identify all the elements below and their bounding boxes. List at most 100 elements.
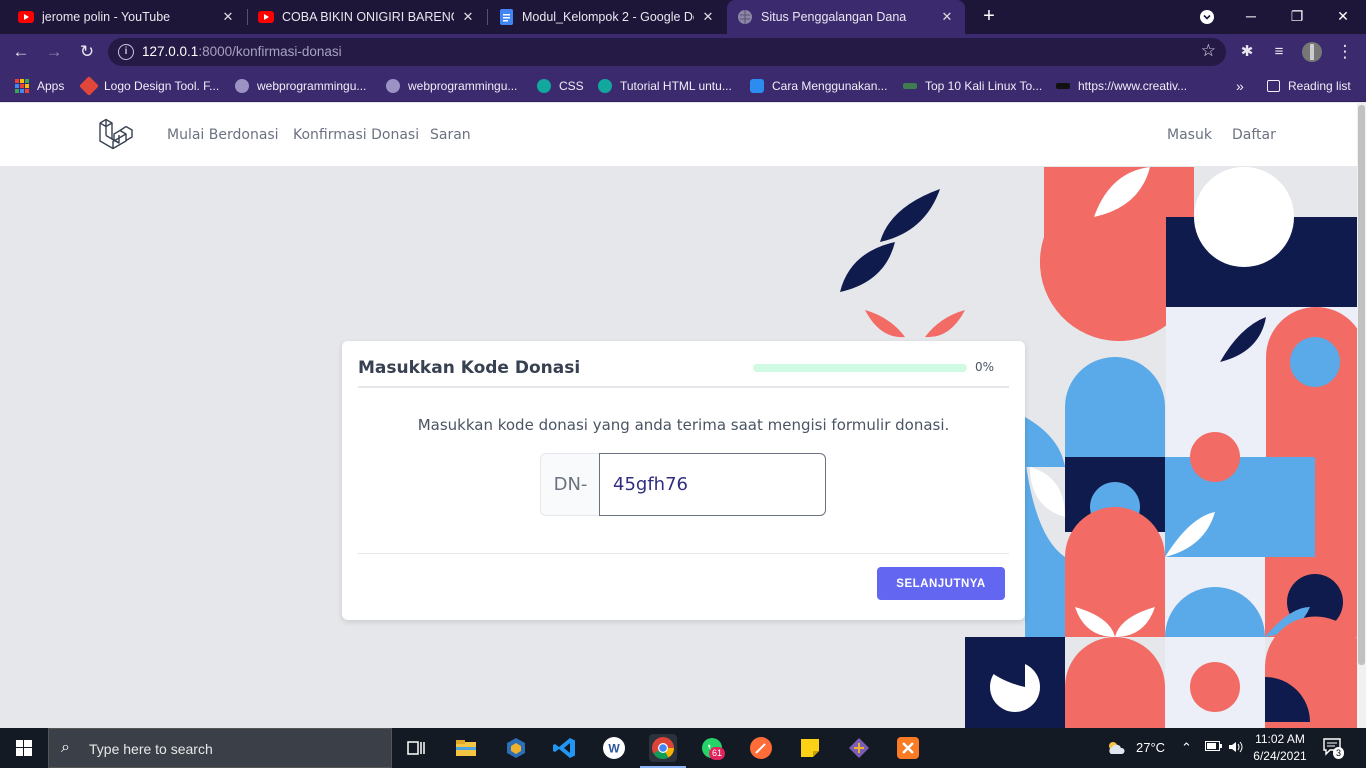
- bookmark-tutorial-html[interactable]: Tutorial HTML untu...: [598, 77, 732, 95]
- divider: [358, 553, 1009, 554]
- search-icon: ⌕: [61, 739, 70, 756]
- google-docs-icon: [498, 9, 514, 25]
- minimize-icon[interactable]: ─: [1228, 0, 1274, 34]
- next-button[interactable]: SELANJUTNYA: [877, 567, 1005, 600]
- tab-youtube-jerome[interactable]: jerome polin - YouTube ✕: [8, 0, 246, 34]
- taskbar-search[interactable]: ⌕ Type here to search: [48, 728, 392, 768]
- extensions-icon[interactable]: ✱: [1235, 40, 1259, 64]
- site-favicon-icon: [903, 83, 917, 89]
- bookmark-label: Logo Design Tool. F...: [104, 79, 220, 93]
- site-favicon-icon: [1056, 83, 1070, 89]
- menu-kebab-icon[interactable]: ⋮: [1333, 40, 1357, 64]
- code-prefix: DN-: [540, 453, 600, 516]
- file-explorer-icon[interactable]: [452, 734, 480, 762]
- globe-icon: [737, 9, 753, 25]
- bookmark-webprogramming-2[interactable]: webprogrammingu...: [386, 77, 517, 95]
- whatsapp-icon[interactable]: 61: [698, 734, 726, 762]
- bookmark-label: Tutorial HTML untu...: [620, 79, 732, 93]
- laravel-logo[interactable]: [97, 116, 135, 154]
- weather-icon[interactable]: [1105, 740, 1127, 759]
- git-gui-icon[interactable]: [845, 734, 873, 762]
- reading-list[interactable]: Reading list: [1267, 77, 1351, 95]
- divider: [358, 386, 1009, 388]
- tab-title: jerome polin - YouTube: [42, 10, 171, 24]
- clock-date: 6/24/2021: [1253, 749, 1307, 763]
- nav-saran[interactable]: Saran: [430, 127, 471, 143]
- reading-list-label: Reading list: [1288, 79, 1351, 93]
- card-title: Masukkan Kode Donasi: [358, 358, 581, 378]
- bookmark-cara-menggunakan[interactable]: Cara Menggunakan...: [750, 77, 887, 95]
- bookmark-label: https://www.creativ...: [1078, 79, 1188, 93]
- temperature-text[interactable]: 27°C: [1136, 740, 1165, 755]
- tab-search-icon[interactable]: [1184, 0, 1230, 34]
- address-bar[interactable]: i 127.0.0.1:8000/konfirmasi-donasi ☆: [108, 38, 1226, 66]
- youtube-icon: [258, 9, 274, 25]
- nav-daftar[interactable]: Daftar: [1232, 127, 1276, 143]
- volume-icon[interactable]: [1228, 740, 1244, 757]
- vscode-icon[interactable]: [551, 734, 579, 762]
- postman-icon[interactable]: [747, 734, 775, 762]
- donation-code-card: Masukkan Kode Donasi 0% Masukkan kode do…: [342, 341, 1025, 620]
- site-favicon-icon: [750, 79, 764, 93]
- back-icon[interactable]: ←: [9, 40, 33, 64]
- bookmark-apps[interactable]: Apps: [15, 77, 64, 95]
- close-tab-icon[interactable]: ✕: [939, 9, 955, 25]
- info-circle-icon: [386, 79, 400, 93]
- page-scrollbar[interactable]: [1357, 103, 1366, 728]
- bookmark-kali-linux[interactable]: Top 10 Kali Linux To...: [903, 77, 1042, 95]
- close-tab-icon[interactable]: ✕: [460, 9, 476, 25]
- word-icon[interactable]: W: [600, 734, 628, 762]
- site-favicon-icon: [537, 79, 551, 93]
- bookmark-label: webprogrammingu...: [408, 79, 518, 93]
- task-view-icon[interactable]: [402, 734, 430, 762]
- site-favicon-icon: [598, 79, 612, 93]
- profile-avatar-icon[interactable]: [1300, 40, 1324, 64]
- chrome-icon[interactable]: [649, 734, 677, 762]
- info-circle-icon: [235, 79, 249, 93]
- tab-youtube-onigiri[interactable]: COBA BIKIN ONIGIRI BARENG JEI ✕: [248, 0, 486, 34]
- xampp-icon[interactable]: [894, 734, 922, 762]
- close-tab-icon[interactable]: ✕: [220, 9, 236, 25]
- tab-situs-penggalangan-dana[interactable]: Situs Penggalangan Dana ✕: [727, 0, 965, 34]
- bookmark-logo-design-tool[interactable]: Logo Design Tool. F...: [79, 76, 220, 96]
- restore-icon[interactable]: ❐: [1274, 0, 1320, 34]
- tray-chevron-up-icon[interactable]: ⌃: [1181, 740, 1192, 756]
- browser-tab-strip: jerome polin - YouTube ✕ COBA BIKIN ONIG…: [0, 0, 1366, 34]
- progress-percentage: 0%: [975, 360, 995, 374]
- search-placeholder: Type here to search: [89, 741, 213, 757]
- tab-google-docs[interactable]: Modul_Kelompok 2 - Google Doc ✕: [488, 0, 726, 34]
- bookmarks-bar: Apps Logo Design Tool. F... webprogrammi…: [0, 70, 1366, 102]
- nav-konfirmasi-donasi[interactable]: Konfirmasi Donasi: [293, 127, 419, 143]
- bookmark-label: Top 10 Kali Linux To...: [925, 79, 1043, 93]
- nav-mulai-berdonasi[interactable]: Mulai Berdonasi: [167, 127, 279, 143]
- bookmark-label: Cara Menggunakan...: [772, 79, 888, 93]
- close-tab-icon[interactable]: ✕: [700, 9, 716, 25]
- new-tab-icon[interactable]: +: [978, 5, 1000, 27]
- system-clock[interactable]: 11:02 AM 6/24/2021: [1252, 731, 1308, 765]
- windows-start-icon[interactable]: [0, 728, 48, 768]
- site-info-icon[interactable]: i: [118, 44, 134, 60]
- bookmark-star-icon[interactable]: ☆: [1201, 41, 1216, 61]
- notification-center-icon[interactable]: 3: [1322, 737, 1345, 760]
- nav-masuk[interactable]: Masuk: [1167, 127, 1212, 143]
- battery-icon[interactable]: [1205, 740, 1223, 755]
- bookmark-webprogramming-1[interactable]: webprogrammingu...: [235, 77, 366, 95]
- forward-icon[interactable]: →: [42, 40, 66, 64]
- bookmarks-overflow[interactable]: »: [1236, 77, 1244, 95]
- bookmark-css[interactable]: CSS: [537, 77, 584, 95]
- virtualbox-icon[interactable]: [502, 734, 530, 762]
- apps-grid-icon: [15, 79, 29, 93]
- browser-toolbar: ← → ↻ i 127.0.0.1:8000/konfirmasi-donasi…: [0, 34, 1366, 70]
- reading-list-icon: [1267, 80, 1280, 92]
- bookmark-label: webprogrammingu...: [257, 79, 367, 93]
- bookmark-creative[interactable]: https://www.creativ...: [1056, 77, 1187, 95]
- close-window-icon[interactable]: ✕: [1320, 0, 1366, 34]
- youtube-icon: [18, 9, 34, 25]
- page-viewport: Mulai Berdonasi Konfirmasi Donasi Saran …: [0, 103, 1366, 728]
- donation-code-input[interactable]: [599, 453, 826, 516]
- reload-icon[interactable]: ↻: [75, 40, 99, 64]
- sticky-notes-icon[interactable]: [796, 734, 824, 762]
- tab-title: COBA BIKIN ONIGIRI BARENG JEI: [282, 10, 454, 24]
- media-control-icon[interactable]: ≡: [1267, 40, 1291, 64]
- bookmark-label: Apps: [37, 79, 65, 93]
